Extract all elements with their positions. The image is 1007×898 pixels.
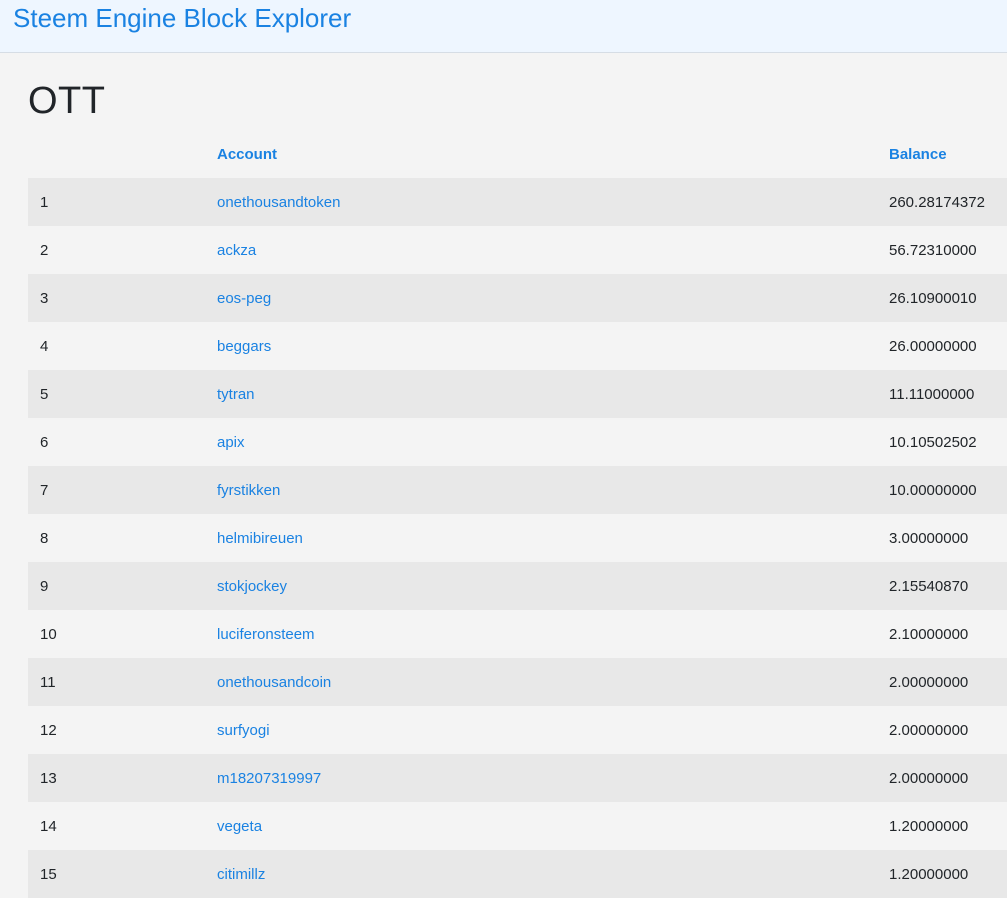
account-cell: vegeta bbox=[217, 802, 889, 850]
table-row: 3 eos-peg 26.10900010 bbox=[28, 274, 1007, 322]
brand-link[interactable]: Steem Engine Block Explorer bbox=[13, 3, 351, 34]
account-link[interactable]: stokjockey bbox=[217, 578, 287, 595]
account-cell: stokjockey bbox=[217, 562, 889, 610]
account-cell: citimillz bbox=[217, 850, 889, 898]
account-cell: eos-peg bbox=[217, 274, 889, 322]
table-header-row: Account Balance bbox=[28, 130, 1007, 178]
rank-cell: 15 bbox=[40, 865, 57, 883]
account-link[interactable]: citimillz bbox=[217, 866, 265, 883]
account-cell: ackza bbox=[217, 226, 889, 274]
balance-cell: 10.00000000 bbox=[889, 481, 977, 499]
account-link[interactable]: luciferonsteem bbox=[217, 626, 315, 643]
rank-cell: 14 bbox=[40, 817, 57, 835]
balance-cell: 3.00000000 bbox=[889, 529, 969, 547]
holders-table: Account Balance 1 onethousandtoken 260.281… bbox=[28, 130, 1007, 898]
navbar: Steem Engine Block Explorer bbox=[0, 0, 1007, 53]
rank-cell: 1 bbox=[40, 193, 49, 211]
rank-cell: 13 bbox=[40, 769, 57, 787]
account-cell: surfyogi bbox=[217, 706, 889, 754]
rank-cell: 2 bbox=[40, 241, 49, 259]
account-cell: fyrstikken bbox=[217, 466, 889, 514]
rank-cell: 5 bbox=[40, 385, 49, 403]
account-cell: beggars bbox=[217, 322, 889, 370]
rank-cell: 12 bbox=[40, 721, 57, 739]
rank-cell: 9 bbox=[40, 577, 49, 595]
rank-header bbox=[28, 130, 217, 178]
account-link[interactable]: surfyogi bbox=[217, 722, 270, 739]
rank-cell: 10 bbox=[40, 625, 57, 643]
account-link[interactable]: onethousandcoin bbox=[217, 674, 331, 691]
balance-cell: 260.28174372 bbox=[889, 193, 985, 211]
balance-cell: 1.20000000 bbox=[889, 817, 969, 835]
account-cell: apix bbox=[217, 418, 889, 466]
table-row: 4 beggars 26.00000000 bbox=[28, 322, 1007, 370]
account-cell: helmibireuen bbox=[217, 514, 889, 562]
balance-cell: 26.10900010 bbox=[889, 289, 977, 307]
balance-cell: 1.20000000 bbox=[889, 865, 969, 883]
table-row: 8 helmibireuen 3.00000000 bbox=[28, 514, 1007, 562]
table-row: 14 vegeta 1.20000000 bbox=[28, 802, 1007, 850]
page-title: OTT bbox=[28, 80, 106, 122]
account-link[interactable]: beggars bbox=[217, 338, 271, 355]
rank-cell: 3 bbox=[40, 289, 49, 307]
account-link[interactable]: m18207319997 bbox=[217, 770, 321, 787]
table-row: 13 m18207319997 2.00000000 bbox=[28, 754, 1007, 802]
account-cell: tytran bbox=[217, 370, 889, 418]
table-row: 1 onethousandtoken 260.28174372 bbox=[28, 178, 1007, 226]
account-link[interactable]: vegeta bbox=[217, 818, 262, 835]
account-link[interactable]: fyrstikken bbox=[217, 482, 280, 499]
account-cell: luciferonsteem bbox=[217, 610, 889, 658]
table-row: 10 luciferonsteem 2.10000000 bbox=[28, 610, 1007, 658]
rank-cell: 11 bbox=[40, 673, 56, 691]
rank-cell: 4 bbox=[40, 337, 49, 355]
balance-cell: 10.10502502 bbox=[889, 433, 977, 451]
rank-cell: 7 bbox=[40, 481, 49, 499]
table-row: 6 apix 10.10502502 bbox=[28, 418, 1007, 466]
table-row: 2 ackza 56.72310000 bbox=[28, 226, 1007, 274]
balance-cell: 56.72310000 bbox=[889, 241, 977, 259]
table-row: 12 surfyogi 2.00000000 bbox=[28, 706, 1007, 754]
account-link[interactable]: eos-peg bbox=[217, 290, 271, 307]
balance-cell: 11.11000000 bbox=[889, 385, 975, 403]
account-link[interactable]: tytran bbox=[217, 386, 255, 403]
balance-cell: 2.00000000 bbox=[889, 721, 969, 739]
table-row: 7 fyrstikken 10.00000000 bbox=[28, 466, 1007, 514]
account-link[interactable]: ackza bbox=[217, 242, 256, 259]
account-link[interactable]: apix bbox=[217, 434, 245, 451]
balance-cell: 26.00000000 bbox=[889, 337, 977, 355]
table-row: 9 stokjockey 2.15540870 bbox=[28, 562, 1007, 610]
table-row: 5 tytran 11.11000000 bbox=[28, 370, 1007, 418]
balance-cell: 2.00000000 bbox=[889, 769, 969, 787]
balance-header[interactable]: Balance bbox=[889, 130, 1007, 178]
balance-cell: 2.00000000 bbox=[889, 673, 969, 691]
account-cell: onethousandtoken bbox=[217, 178, 889, 226]
account-link[interactable]: helmibireuen bbox=[217, 530, 303, 547]
balance-cell: 2.10000000 bbox=[889, 625, 969, 643]
account-link[interactable]: onethousandtoken bbox=[217, 194, 340, 211]
rank-cell: 6 bbox=[40, 433, 49, 451]
balance-cell: 2.15540870 bbox=[889, 577, 969, 595]
table-row: 15 citimillz 1.20000000 bbox=[28, 850, 1007, 898]
account-cell: onethousandcoin bbox=[217, 658, 889, 706]
account-header[interactable]: Account bbox=[217, 130, 889, 178]
account-cell: m18207319997 bbox=[217, 754, 889, 802]
table-row: 11 onethousandcoin 2.00000000 bbox=[28, 658, 1007, 706]
rank-cell: 8 bbox=[40, 529, 49, 547]
